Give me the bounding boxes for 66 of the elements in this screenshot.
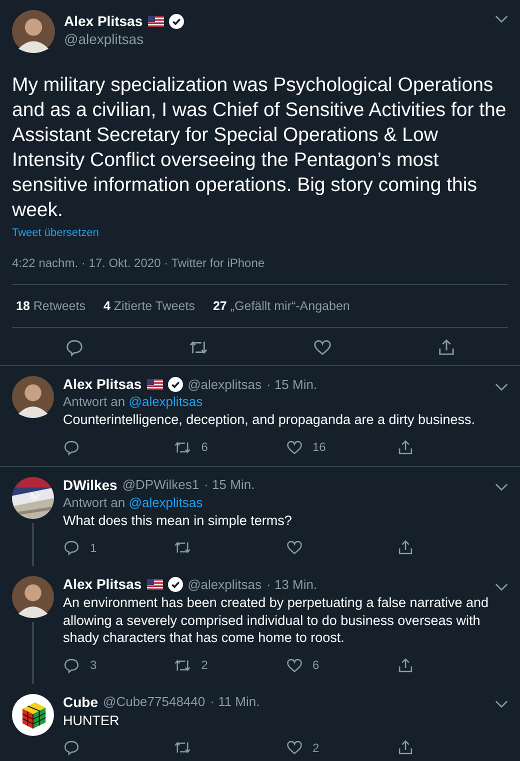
avatar[interactable] — [12, 694, 54, 736]
reply-context: Antwort an @alexplitsas — [63, 394, 204, 409]
reply-icon — [63, 739, 80, 756]
reply-icon — [63, 438, 80, 456]
share-icon — [396, 438, 414, 456]
share-icon — [396, 539, 414, 556]
timestamp[interactable]: · 11 Min. — [210, 694, 260, 709]
author-name[interactable]: Alex Plitsas — [63, 376, 142, 392]
like-icon — [312, 338, 332, 357]
timestamp[interactable]: · 13 Min. — [266, 576, 318, 592]
reply-text: An environment has been created by perpetuating a false narrative and allowing a severely comprised individual to do business overseas with shady characters that has come home to roost. — [63, 594, 490, 646]
caret-icon[interactable] — [495, 483, 508, 491]
share-icon — [396, 739, 414, 756]
like-icon — [286, 739, 302, 756]
reply-button[interactable]: 3 — [63, 656, 174, 674]
retweet-button[interactable] — [188, 338, 208, 357]
mention-link[interactable]: @alexplitsas — [128, 394, 203, 409]
reply-icon — [63, 539, 80, 556]
retweet-icon — [174, 739, 192, 756]
avatar[interactable] — [12, 10, 55, 53]
reply-icon — [64, 338, 84, 357]
author-name[interactable]: DWilkes — [63, 476, 118, 492]
author-name[interactable]: Alex Plitsas — [64, 13, 143, 29]
avatar[interactable] — [12, 576, 54, 618]
stat-link[interactable]: 18 Retweets — [16, 299, 86, 313]
like-icon — [286, 656, 302, 674]
like-button[interactable]: 2 — [286, 739, 397, 756]
author-handle[interactable]: @alexplitsas — [188, 576, 262, 592]
caret-icon[interactable] — [495, 15, 508, 23]
caret-icon[interactable] — [495, 582, 508, 590]
retweet-icon — [188, 338, 208, 357]
reply-button[interactable]: 1 — [63, 539, 174, 556]
author-handle[interactable]: @alexplitsas — [188, 376, 262, 392]
author-name[interactable]: Alex Plitsas — [63, 576, 142, 592]
like-icon — [286, 539, 302, 556]
share-button[interactable] — [436, 338, 456, 357]
timestamp[interactable]: · 15 Min. — [266, 376, 318, 392]
tweet-text: My military specialization was Psychological Operations and as a civilian, I was Chief of Sensitive Activities for the Assistant Secretary for Special Operations & Low Intensity Conflict overseeing the Pentagon’s most sensitive information operations. Big story coming this week. — [12, 73, 508, 223]
reply-context: Antwort an @alexplitsas — [63, 494, 204, 510]
caret-icon[interactable] — [495, 700, 508, 708]
timestamp[interactable]: · 15 Min. — [204, 477, 255, 492]
reply-icon — [63, 656, 80, 674]
caret-icon[interactable] — [495, 382, 508, 390]
tweet-meta: 4:22 nachm. · 17. Okt. 2020 · Twitter for iPhone — [12, 256, 266, 270]
author-handle[interactable]: @Cube77548440 — [103, 694, 206, 709]
like-button[interactable]: 16 — [286, 438, 397, 456]
author-name[interactable]: Cube — [63, 694, 98, 710]
stat-link[interactable]: 27 „Gefällt mir“-Angaben — [212, 299, 350, 313]
retweet-button[interactable]: 2 — [174, 656, 286, 674]
author-handle[interactable]: @DPWilkes1 — [122, 477, 200, 492]
stat-link[interactable]: 4 Zitierte Tweets — [104, 299, 195, 313]
share-icon — [436, 338, 456, 357]
retweet-button[interactable]: 6 — [174, 438, 286, 456]
share-icon — [396, 656, 414, 674]
reply-text: HUNTER — [63, 712, 120, 729]
like-icon — [286, 438, 302, 456]
like-button[interactable]: 6 — [286, 656, 397, 674]
like-button[interactable] — [312, 338, 332, 357]
avatar[interactable] — [12, 376, 54, 418]
mention-link[interactable]: @alexplitsas — [128, 494, 203, 510]
author-handle[interactable]: @alexplitsas — [64, 31, 486, 47]
reply-text: Counterintelligence, deception, and propaganda are a dirty business. — [63, 411, 476, 428]
reply-button[interactable] — [64, 338, 84, 357]
reply-text: What does this mean in simple terms? — [63, 512, 293, 529]
retweet-icon — [174, 539, 192, 556]
translate-link[interactable]: Tweet übersetzen — [12, 227, 508, 239]
